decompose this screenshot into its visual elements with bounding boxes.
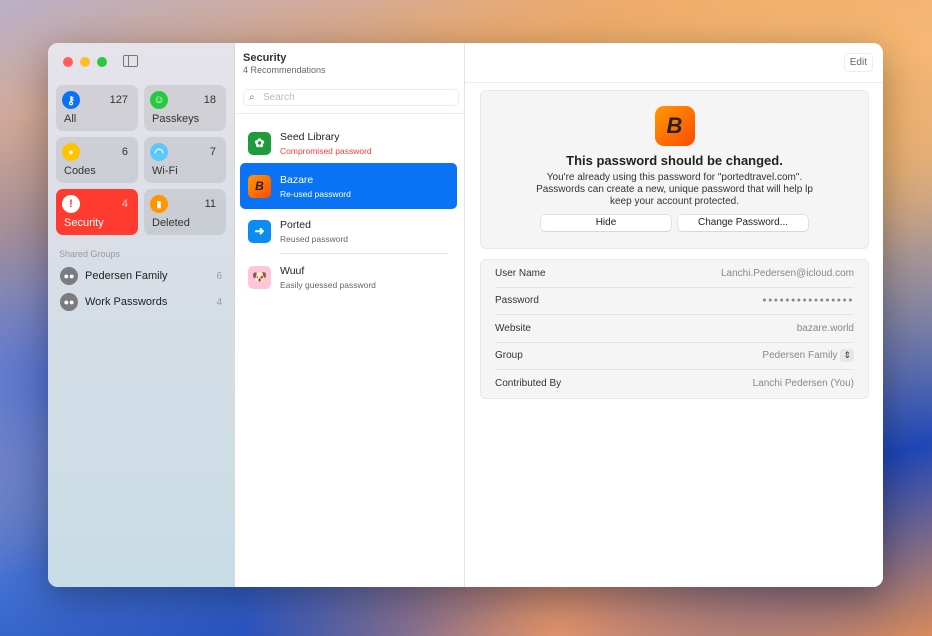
group-label: Work Passwords [85,296,168,308]
lock-code-icon: ● [62,143,80,161]
field-value: ●●●●●●●●●●●●●●●● [762,297,854,305]
minimize-button[interactable] [80,57,90,67]
bazare-app-icon: B [248,174,271,198]
tile-passkeys[interactable]: ☺ 18 Passkeys [144,85,226,131]
sidebar: ⚷ 127 All ☺ 18 Passkeys ● 6 Codes ◠ 7 Wi-Fi ! 4 Se… [48,43,235,587]
list-subtitle: 4 Recommendations [243,65,326,75]
field-website[interactable]: Website bazare.world [495,315,854,343]
list-item-ported[interactable]: ➜ Ported Reused password [240,208,457,254]
field-password[interactable]: Password ●●●●●●●●●●●●●●●● [495,288,854,315]
label: Codes [64,165,96,177]
zoom-button[interactable] [97,57,107,67]
account-fields: User Name Lanchi.Pedersen@icloud.com Pass… [480,259,869,399]
label: Security [64,217,104,229]
edit-button[interactable]: Edit [843,53,873,72]
sidebar-toggle-icon[interactable] [123,55,138,67]
label: Passkeys [152,113,200,125]
item-name: Seed Library [280,130,340,143]
group-pedersen-family[interactable]: ●● Pedersen Family 6 [60,267,222,285]
tile-deleted[interactable]: ▮ 11 Deleted [144,189,226,235]
bazare-app-icon: B [654,106,695,146]
search-icon: ⌕ [249,92,255,103]
hide-button[interactable]: Hide [541,215,671,231]
field-contributed-by: Contributed By Lanchi Pedersen (You) [495,370,854,398]
warning-text: You're already using this password for "… [546,172,803,183]
tile-all[interactable]: ⚷ 127 All [56,85,138,131]
chevron-up-down-icon[interactable]: ⇕ [840,349,854,363]
count: 7 [209,146,216,158]
item-name: Bazare [280,173,314,186]
passkey-icon: ☺ [150,91,168,109]
group-icon: ●● [60,293,78,311]
warning-text: Passwords can create a new, unique passw… [536,184,813,195]
exclamation-icon: ! [62,195,80,213]
wuuf-dog-app-icon: 🐶 [248,265,271,289]
seed-library-app-icon: ✿ [248,131,271,155]
security-warning-card: B This password should be changed. You'r… [480,90,869,249]
item-name: Ported [280,218,311,231]
window-controls [63,57,107,67]
group-label: Pedersen Family [85,270,168,282]
field-label: Group [495,350,523,362]
item-status: Reused password [280,233,349,244]
list-item-wuuf[interactable]: 🐶 Wuuf Easily guessed password [240,254,457,300]
detail-pane: Edit B This password should be changed. … [465,43,883,587]
list-item-bazare[interactable]: B Bazare Re-used password [240,163,457,209]
field-label: Password [495,295,539,307]
passwords-window: ⚷ 127 All ☺ 18 Passkeys ● 6 Codes ◠ 7 Wi-Fi ! 4 Se… [48,43,883,587]
tile-codes[interactable]: ● 6 Codes [56,137,138,183]
recommendations-list: Security 4 Recommendations ⌕ Search ✿ Seed … [235,43,465,587]
count: 6 [121,146,128,158]
tile-security[interactable]: ! 4 Security [56,189,138,235]
count: 127 [109,94,128,106]
list-title: Security [243,52,287,64]
count: 18 [203,94,216,106]
shared-groups-heading: Shared Groups [59,249,121,259]
group-count: 4 [216,296,222,308]
search-input[interactable]: ⌕ Search [243,89,459,106]
item-status: Easily guessed password [280,279,376,290]
trash-icon: ▮ [150,195,168,213]
label: All [64,113,77,125]
group-work-passwords[interactable]: ●● Work Passwords 4 [60,293,222,311]
warning-text: keep your account protected. [610,196,739,207]
tile-wifi[interactable]: ◠ 7 Wi-Fi [144,137,226,183]
count: 4 [121,198,128,210]
field-value: Lanchi.Pedersen@icloud.com [720,267,854,279]
item-status: Re-used password [280,188,351,199]
item-name: Wuuf [280,264,305,277]
group-count: 6 [216,270,222,282]
field-label: Website [495,322,531,334]
key-icon: ⚷ [62,91,80,109]
group-icon: ●● [60,267,78,285]
field-label: User Name [495,267,546,279]
label: Deleted [152,217,190,229]
list-item-seed-library[interactable]: ✿ Seed Library Compromised password [240,120,457,166]
wifi-icon: ◠ [150,143,168,161]
search-placeholder: Search [263,92,295,103]
group-select[interactable]: Pedersen Family [762,350,837,361]
ported-app-icon: ➜ [248,219,271,243]
change-password-button[interactable]: Change Password... [678,215,808,231]
count: 11 [204,198,216,210]
close-button[interactable] [63,57,73,67]
field-value: Lanchi Pedersen (You) [752,378,854,390]
warning-title: This password should be changed. [566,153,783,168]
label: Wi-Fi [152,165,178,177]
item-status: Compromised password [280,145,372,156]
field-group[interactable]: Group Pedersen Family ⇕ [495,343,854,370]
field-value: bazare.world [796,322,854,334]
field-user-name[interactable]: User Name Lanchi.Pedersen@icloud.com [495,260,854,288]
field-label: Contributed By [495,378,562,390]
